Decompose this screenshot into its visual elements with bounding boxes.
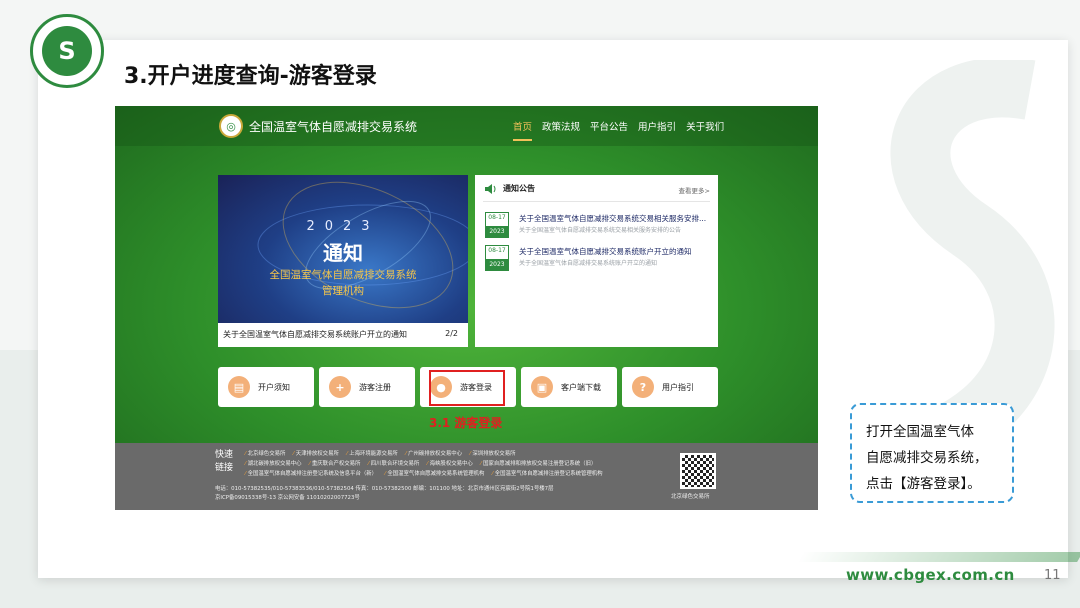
callout-line1: 打开全国温室气体 xyxy=(866,424,974,440)
nav-about[interactable]: 关于我们 xyxy=(686,119,724,141)
date-badge: 08-17 2023 xyxy=(485,245,509,271)
banner-caption-bar: 关于全国温室气体自愿减排交易系统账户开立的通知 2/2 xyxy=(218,323,468,347)
notice-item-summary: 关于全国温室气体自愿减排交易系统交易相关服务安排的公告 xyxy=(519,227,682,234)
nav-home[interactable]: 首页 xyxy=(513,119,533,141)
notice-header: 通知公告 xyxy=(485,183,535,194)
client-download-button[interactable]: ▣ 客户端下载 xyxy=(521,367,617,407)
date-year: 2023 xyxy=(486,259,508,270)
footer-green-stripe xyxy=(797,552,1080,562)
account-notice-button[interactable]: ▤ 开户须知 xyxy=(218,367,314,407)
footer-link[interactable]: 重庆联合产权交易所 xyxy=(309,461,360,467)
banner-caption[interactable]: 关于全国温室气体自愿减排交易系统账户开立的通知 xyxy=(223,329,407,340)
quick-links-heading: 快速 链接 xyxy=(215,449,239,475)
notice-item-title[interactable]: 关于全国温室气体自愿减排交易系统账户开立的通知 xyxy=(519,246,711,257)
website-url: www.cbgex.com.cn xyxy=(846,566,1015,584)
footer-contact: 电话：010-57382535/010-57383536/010-5738250… xyxy=(215,485,655,503)
notice-item-title[interactable]: 关于全国温室气体自愿减排交易系统交易相关服务安排... xyxy=(519,213,711,224)
quick-button-label: 游客注册 xyxy=(359,382,391,392)
notice-banner[interactable]: 2023 通知 全国温室气体自愿减排交易系统 管理机构 关于全国温室气体自愿减排… xyxy=(218,175,468,347)
speaker-icon xyxy=(485,183,496,194)
footer-link[interactable]: 国家自愿减排和排放权交易注册登记系统（旧） xyxy=(481,461,597,467)
notice-panel: 通知公告 查看更多> 08-17 2023 关于全国温室气体自愿减排交易系统交易… xyxy=(475,175,718,347)
footer-contact-line2: 京ICP备09015338号-13 京公网安备 11010202007723号 xyxy=(215,495,360,501)
user-guide-button[interactable]: ? 用户指引 xyxy=(622,367,718,407)
logo-emblem-icon: S xyxy=(42,26,92,76)
footer-link[interactable]: 湖北碳排放权交易中心 xyxy=(245,461,302,467)
nav-policies[interactable]: 政策法规 xyxy=(542,119,580,141)
qr-code-icon xyxy=(680,453,716,489)
notice-item[interactable]: 08-17 2023 关于全国温室气体自愿减排交易系统交易相关服务安排... 关… xyxy=(485,212,710,238)
document-icon: ▤ xyxy=(228,376,250,398)
qr-code-label: 北京绿色交易所 xyxy=(671,494,710,500)
banner-year: 2023 xyxy=(306,219,380,234)
date-year: 2023 xyxy=(486,226,508,237)
notice-divider xyxy=(483,201,710,202)
callout-line2: 自愿减排交易系统， xyxy=(866,450,988,466)
footer-link[interactable]: 全国温室气体自愿减排注册登记系统及信息平台（新） xyxy=(245,471,377,477)
quick-button-label: 用户指引 xyxy=(662,382,694,392)
nav-announcements[interactable]: 平台公告 xyxy=(590,119,628,141)
footer-link[interactable]: 海峡股权交易中心 xyxy=(427,461,473,467)
banner-title: 通知 xyxy=(323,241,363,265)
site-nav: 首页 政策法规 平台公告 用户指引 关于我们 xyxy=(513,119,724,141)
download-icon: ▣ xyxy=(531,376,553,398)
instruction-callout: 打开全国温室气体 自愿减排交易系统， 点击【游客登录】。 xyxy=(850,403,1014,503)
nav-user-guide[interactable]: 用户指引 xyxy=(638,119,676,141)
quick-links-list: 北京绿色交易所 天津排放权交易所 上海环境能源交易所 广州碳排放权交易中心 深圳… xyxy=(245,449,655,479)
quick-button-label: 开户须知 xyxy=(258,382,290,392)
banner-subtitle-line2: 管理机构 xyxy=(322,285,364,297)
user-add-icon: + xyxy=(329,376,351,398)
slide-title: 3.开户进度查询-游客登录 xyxy=(124,64,377,89)
quick-links-heading-line1: 快速 xyxy=(215,450,234,460)
visitor-login-highlight xyxy=(429,370,505,406)
callout-line3: 点击【游客登录】。 xyxy=(866,476,981,492)
notice-item-summary: 关于全国温室气体自愿减排交易系统账户开立的通知 xyxy=(519,260,658,267)
quick-links-heading-line2: 链接 xyxy=(215,463,234,473)
footer-link[interactable]: 天津排放权交易所 xyxy=(293,451,339,457)
notice-item[interactable]: 08-17 2023 关于全国温室气体自愿减排交易系统账户开立的通知 关于全国温… xyxy=(485,245,710,271)
site-title: 全国温室气体自愿减排交易系统 xyxy=(249,120,418,134)
notice-more-link[interactable]: 查看更多> xyxy=(679,185,710,195)
question-icon: ? xyxy=(632,376,654,398)
footer-link[interactable]: 广州碳排放权交易中心 xyxy=(405,451,462,457)
footer-link[interactable]: 深圳排放权交易所 xyxy=(470,451,516,457)
visitor-register-button[interactable]: + 游客注册 xyxy=(319,367,415,407)
step-label: 3.1 游客登录 xyxy=(429,416,503,430)
footer-link[interactable]: 四川联合环境交易所 xyxy=(368,461,419,467)
date-month-day: 08-17 xyxy=(488,247,506,254)
footer-link[interactable]: 全国温室气体自愿减排注册登记系统管理机构 xyxy=(492,471,602,477)
footer-link[interactable]: 全国温室气体自愿减排交易系统管理机构 xyxy=(385,471,485,477)
website-screenshot: ◎ 全国温室气体自愿减排交易系统 首页 政策法规 平台公告 用户指引 关于我们 … xyxy=(115,106,818,510)
quick-button-label: 客户端下载 xyxy=(561,382,601,392)
site-logo-icon[interactable]: ◎ xyxy=(219,114,243,138)
banner-subtitle-line1: 全国温室气体自愿减排交易系统 xyxy=(269,269,417,281)
date-month-day: 08-17 xyxy=(488,214,506,221)
banner-pager: 2/2 xyxy=(445,329,458,338)
cbgex-logo: S xyxy=(30,14,104,88)
footer-contact-line1: 电话：010-57382535/010-57383536/010-5738250… xyxy=(215,486,554,492)
page-number: 11 xyxy=(1044,568,1061,583)
notice-title: 通知公告 xyxy=(503,184,535,193)
footer-link[interactable]: 北京绿色交易所 xyxy=(245,451,285,457)
date-badge: 08-17 2023 xyxy=(485,212,509,238)
footer-link[interactable]: 上海环境能源交易所 xyxy=(347,451,398,457)
site-header: ◎ 全国温室气体自愿减排交易系统 首页 政策法规 平台公告 用户指引 关于我们 xyxy=(115,106,818,146)
site-footer: 快速 链接 北京绿色交易所 天津排放权交易所 上海环境能源交易所 广州碳排放权交… xyxy=(115,443,818,510)
